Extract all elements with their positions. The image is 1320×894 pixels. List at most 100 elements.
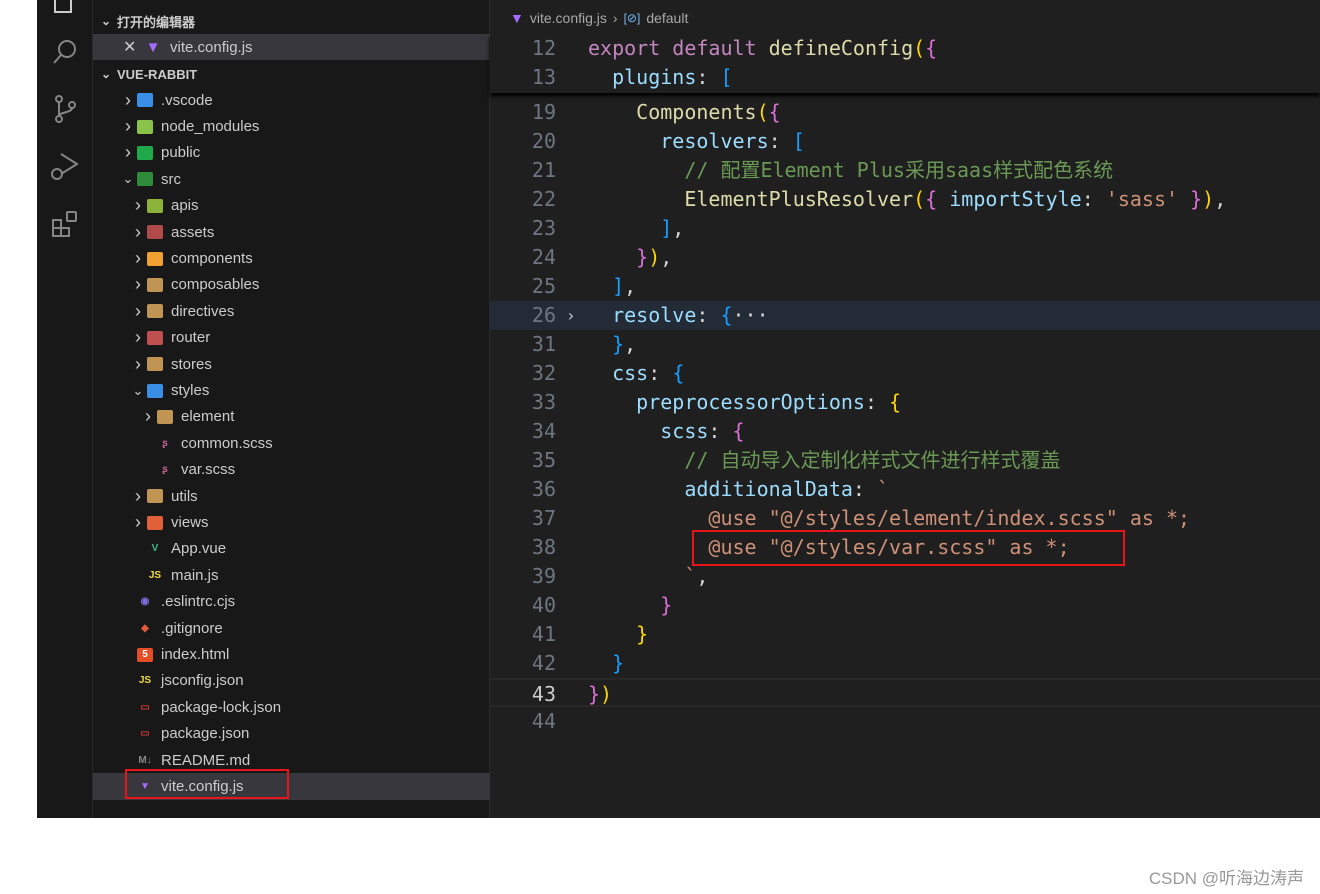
tree-item[interactable]: JS jsconfig.json [93,668,490,694]
chevron-right-icon[interactable]: › [132,222,144,243]
tree-item[interactable]: › assets [93,219,490,245]
tree-item-label: assets [171,223,215,241]
tree-item-label: index.html [161,646,230,664]
code-token: } [588,245,649,269]
tree-item[interactable]: ⌄ styles [93,377,490,403]
sticky-scroll[interactable]: 12 export default defineConfig({13 plugin… [490,34,1320,93]
tree-item[interactable]: › router [93,325,490,351]
code-token: } [1178,187,1203,211]
chevron-right-icon[interactable]: › [132,274,144,295]
git-icon: ◆ [141,622,149,634]
fold-chevron-icon[interactable]: › [566,301,576,330]
tree-item[interactable]: 5 index.html [93,641,490,667]
chevron-right-icon[interactable]: › [142,406,154,427]
tree-item[interactable]: › composables [93,272,490,298]
tree-item[interactable]: › components [93,245,490,271]
chevron-right-icon[interactable]: › [132,195,144,216]
tree-item[interactable]: V App.vue [93,536,490,562]
breadcrumb-symbol[interactable]: default [646,10,688,26]
code-line[interactable]: 34 scss: { [490,417,1320,446]
line-number: 36 [531,477,556,501]
code-line[interactable]: 13 plugins: [ [490,63,1320,92]
chevron-right-icon[interactable]: › [132,248,144,269]
tree-item[interactable]: › public [93,140,490,166]
chevron-right-icon[interactable]: › [132,354,144,375]
tree-item[interactable]: JS main.js [93,562,490,588]
code-line[interactable]: 20 resolvers: [ [490,127,1320,156]
code-line[interactable]: 40 } [490,591,1320,620]
tree-item[interactable]: ▭ package-lock.json [93,694,490,720]
run-debug-icon[interactable] [49,150,81,182]
code-text: resolvers: [ [588,127,805,156]
tree-item[interactable]: ◆ .gitignore [93,615,490,641]
chevron-right-icon[interactable]: › [122,90,134,111]
code-line[interactable]: 23 ], [490,214,1320,243]
code-line[interactable]: 22 ElementPlusResolver({ importStyle: 's… [490,185,1320,214]
code-token: ElementPlusResolver [588,187,914,211]
tree-item[interactable]: ▭ package.json [93,721,490,747]
code-line[interactable]: 24 }), [490,243,1320,272]
code-line[interactable]: 19 Components({ [490,98,1320,127]
code-line[interactable]: 33 preprocessorOptions: { [490,388,1320,417]
line-number: 19 [531,100,556,124]
extensions-icon[interactable] [49,208,81,240]
search-icon[interactable] [49,36,81,68]
code-line[interactable]: 43}) [490,678,1320,707]
code-line[interactable]: 37 @use "@/styles/element/index.scss" as… [490,504,1320,533]
code-line[interactable]: 36 additionalData: ` [490,475,1320,504]
node-folder-icon [137,119,153,134]
code-text: scss: { [588,417,744,446]
chevron-down-icon[interactable]: ⌄ [122,171,134,187]
tree-item[interactable]: ◉ .eslintrc.cjs [93,589,490,615]
chevron-right-icon[interactable]: › [122,142,134,163]
chevron-down-icon: ⌄ [100,14,112,28]
code-line[interactable]: 26 › resolve: {··· [490,301,1320,330]
tree-item[interactable]: ʂ common.scss [93,430,490,456]
explorer-icon[interactable] [49,0,81,18]
code-line[interactable]: 32 css: { [490,359,1320,388]
tree-item[interactable]: › element [93,404,490,430]
code-line[interactable]: 12 export default defineConfig({ [490,34,1320,63]
open-editor-item[interactable]: ✕ ▼ vite.config.js [93,34,490,60]
tree-item-label: views [171,514,209,532]
vite-icon: ▼ [510,10,524,26]
chevron-right-icon[interactable]: › [132,301,144,322]
chevron-right-icon[interactable]: › [132,486,144,507]
code-text: resolve: {··· [588,301,769,330]
code-line[interactable]: 42 } [490,649,1320,678]
tree-item[interactable]: › views [93,509,490,535]
tree-item-label: common.scss [181,434,273,452]
open-editors-header[interactable]: ⌄ 打开的编辑器 [93,8,490,34]
tree-item[interactable]: › directives [93,298,490,324]
code-line[interactable]: 44 [490,707,1320,736]
tree-item[interactable]: › apis [93,193,490,219]
chevron-right-icon[interactable]: › [132,512,144,533]
src-folder-icon [137,172,153,187]
tree-item[interactable]: › node_modules [93,113,490,139]
code-token: { [925,36,938,60]
tree-item[interactable]: ʂ var.scss [93,457,490,483]
chevron-down-icon[interactable]: ⌄ [132,383,144,399]
code-line[interactable]: 39 `, [490,562,1320,591]
code-line[interactable]: 41 } [490,620,1320,649]
project-header[interactable]: ⌄ VUE-RABBIT [93,61,490,87]
code-token: , [624,274,637,298]
router-folder-icon [147,330,163,345]
breadcrumb-file[interactable]: vite.config.js [530,10,607,26]
close-icon[interactable]: ✕ [123,37,136,57]
tree-item[interactable]: › .vscode [93,87,490,113]
chevron-right-icon[interactable]: › [122,116,134,137]
code-line[interactable]: 35 // 自动导入定制化样式文件进行样式覆盖 [490,446,1320,475]
code-token: ( [913,36,926,60]
public-folder-icon [137,145,153,160]
tree-item[interactable]: › stores [93,351,490,377]
chevron-right-icon[interactable]: › [132,327,144,348]
source-control-icon[interactable] [49,93,81,125]
tree-item[interactable]: ⌄ src [93,166,490,192]
code-line[interactable]: 21 // 配置Element Plus采用saas样式配色系统 [490,156,1320,185]
code-line[interactable]: 31 }, [490,330,1320,359]
code-line[interactable]: 25 ], [490,272,1320,301]
tree-item[interactable]: › utils [93,483,490,509]
code-editor[interactable]: ▼ vite.config.js › [⊘] default 12 export … [490,0,1320,818]
code-text: Components({ [588,98,781,127]
